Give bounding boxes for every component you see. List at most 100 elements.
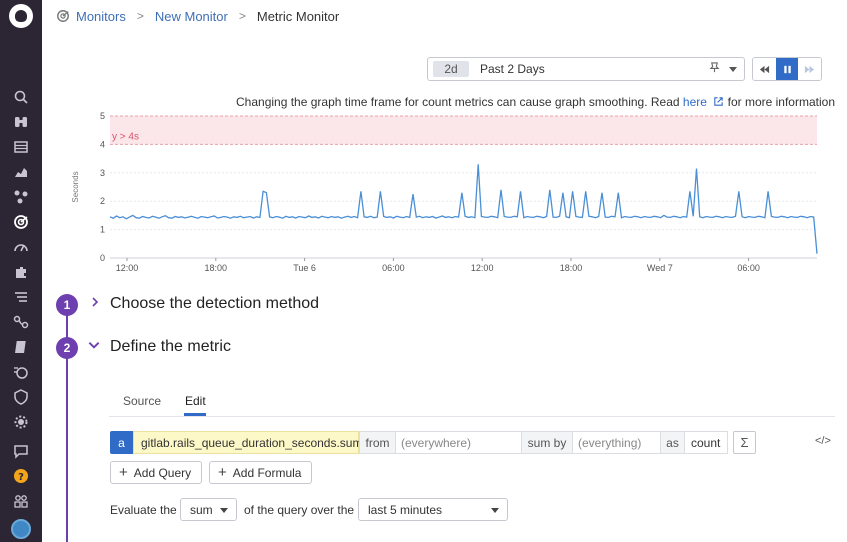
rewind-button[interactable] <box>753 58 776 80</box>
add-query-button[interactable]: + Add Query <box>110 461 202 484</box>
security-icon[interactable] <box>12 388 30 406</box>
breadcrumb-separator: > <box>238 9 246 23</box>
pin-icon[interactable] <box>709 62 720 76</box>
x-tick-label: 12:00 <box>471 263 494 273</box>
chart-icon[interactable] <box>12 163 30 181</box>
playback-controls <box>752 57 822 81</box>
breadcrumb-separator: > <box>136 9 144 23</box>
integrations-icon[interactable] <box>12 263 30 281</box>
from-label: from <box>359 431 396 454</box>
step-1-number: 1 <box>56 294 78 316</box>
svg-text:?: ? <box>18 472 24 483</box>
step-2-number: 2 <box>56 337 78 359</box>
apm-gauge-icon[interactable] <box>12 238 30 256</box>
teams-icon[interactable] <box>12 492 30 510</box>
breadcrumb-new-monitor-link[interactable]: New Monitor <box>155 9 228 24</box>
search-icon[interactable] <box>12 88 30 106</box>
breadcrumb: Monitors > New Monitor > Metric Monitor <box>56 6 339 26</box>
chevron-down-icon <box>220 508 228 513</box>
notice-here-link[interactable]: here <box>683 95 707 109</box>
sidebar: ? <box>0 0 42 542</box>
timeframe-selector[interactable]: 2d Past 2 Days <box>427 57 745 81</box>
query-letter[interactable]: a <box>110 431 133 454</box>
sum-by-label: sum by <box>521 431 573 454</box>
pause-button[interactable] <box>775 58 799 80</box>
y-axis-label: Seconds <box>71 171 80 202</box>
settings-gear-icon[interactable] <box>12 413 30 431</box>
monitors-breadcrumb-icon <box>56 9 70 23</box>
notebook-icon[interactable] <box>12 338 30 356</box>
y-tick-label: 1 <box>100 225 105 235</box>
x-tick-label: 18:00 <box>560 263 583 273</box>
timeframe-badge: 2d <box>433 61 469 77</box>
from-scope-input[interactable]: (everywhere) <box>395 431 522 454</box>
chevron-down-icon <box>491 508 499 513</box>
rewind-icon <box>759 65 769 73</box>
timeframe-label: Past 2 Days <box>480 62 545 76</box>
infrastructure-icon[interactable] <box>12 188 30 206</box>
x-tick-label: 06:00 <box>382 263 405 273</box>
logs-icon[interactable] <box>12 288 30 306</box>
metric-name-field[interactable]: gitlab.rails_queue_duration_seconds.sum <box>133 431 362 454</box>
tab-edit[interactable]: Edit <box>185 394 206 408</box>
x-tick-label: 12:00 <box>116 263 139 273</box>
sum-by-input[interactable]: (everything) <box>572 431 661 454</box>
chevron-right-icon[interactable] <box>89 295 101 312</box>
pause-icon <box>783 65 791 73</box>
add-formula-button[interactable]: + Add Formula <box>209 461 312 484</box>
add-query-label: Add Query <box>133 465 192 480</box>
aggregation-value: sum <box>190 502 213 517</box>
aggregation-select[interactable]: sum <box>180 498 237 521</box>
evaluation-window-select[interactable]: last 5 minutes <box>358 498 508 521</box>
dashboard-icon[interactable] <box>12 138 30 156</box>
series-line <box>109 164 818 254</box>
external-link-icon <box>714 97 723 106</box>
datadog-logo-icon[interactable] <box>9 4 33 28</box>
code-toggle-icon[interactable]: </> <box>815 435 831 447</box>
as-type-select[interactable]: count <box>684 431 728 454</box>
synthetics-icon[interactable] <box>12 363 30 381</box>
x-tick-label: 18:00 <box>205 263 228 273</box>
network-icon[interactable] <box>12 313 30 331</box>
tab-source[interactable]: Source <box>123 394 161 408</box>
query-tabs: Source Edit <box>109 392 835 417</box>
function-sigma-button[interactable]: Σ <box>733 431 756 454</box>
fast-forward-button[interactable] <box>798 58 821 80</box>
y-tick-label: 0 <box>100 253 105 263</box>
metric-graph: y > 4s 0 1 2 3 4 5 Seconds 12:00 18:00 Tue 6 06:00 1… <box>60 108 830 278</box>
evaluation-window-value: last 5 minutes <box>368 502 443 517</box>
binoculars-icon[interactable] <box>12 113 30 131</box>
chat-icon[interactable] <box>12 442 30 460</box>
y-tick-label: 5 <box>100 111 105 121</box>
graph-smoothing-notice: Changing the graph time frame for count … <box>236 95 835 109</box>
notice-text-end: for more information <box>724 95 835 109</box>
threshold-band <box>110 116 817 145</box>
help-icon[interactable]: ? <box>12 467 30 485</box>
plus-icon: + <box>218 464 227 481</box>
plus-icon: + <box>119 464 128 481</box>
y-tick-label: 4 <box>100 139 105 149</box>
chevron-down-icon[interactable] <box>87 338 101 355</box>
add-formula-label: Add Formula <box>232 465 302 480</box>
app-root: ? Monitors > New Monitor > Metric Monito… <box>0 0 847 542</box>
step-1-title[interactable]: Choose the detection method <box>110 295 319 313</box>
threshold-label: y > 4s <box>112 131 139 142</box>
chevron-down-icon[interactable] <box>729 67 737 72</box>
y-tick-label: 2 <box>100 196 105 206</box>
active-tab-indicator <box>184 413 206 416</box>
monitors-icon[interactable] <box>12 213 30 231</box>
notice-text: Changing the graph time frame for count … <box>236 95 683 109</box>
breadcrumb-monitors-link[interactable]: Monitors <box>76 9 126 24</box>
breadcrumb-current: Metric Monitor <box>256 8 340 24</box>
evaluate-prefix-text: Evaluate the <box>110 503 177 517</box>
fast-forward-icon <box>805 65 815 73</box>
as-label: as <box>660 431 685 454</box>
y-tick-label: 3 <box>100 168 105 178</box>
metric-chart-svg: y > 4s 0 1 2 3 4 5 Seconds 12:00 18:00 Tue 6 06:00 1… <box>71 111 818 273</box>
step-2-title[interactable]: Define the metric <box>110 338 231 356</box>
x-tick-label: 06:00 <box>737 263 760 273</box>
evaluate-middle-text: of the query over the <box>244 503 355 517</box>
user-avatar[interactable] <box>11 519 31 539</box>
x-tick-label: Tue 6 <box>293 263 316 273</box>
x-tick-label: Wed 7 <box>647 263 673 273</box>
